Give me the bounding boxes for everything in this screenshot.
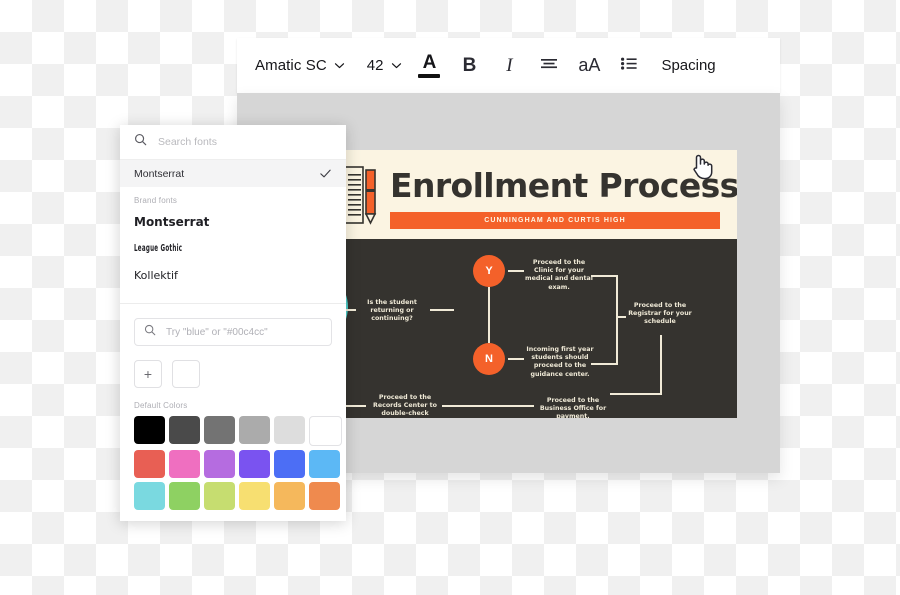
spacing-button[interactable]: Spacing (649, 38, 715, 93)
design-artboard[interactable]: Enrollment Process CUNNINGHAM AND CURTIS… (280, 150, 737, 418)
bold-icon: B (462, 54, 477, 76)
text-color-button[interactable]: A (409, 38, 449, 93)
flow-connector (508, 270, 524, 272)
font-item-kollektif[interactable]: Kollektif (120, 262, 346, 289)
font-search-row[interactable] (120, 125, 346, 160)
color-actions: + (120, 346, 346, 388)
design-subtitle-banner: CUNNINGHAM AND CURTIS HIGH (390, 212, 720, 229)
text-color-icon: A (418, 51, 441, 78)
color-swatch[interactable] (274, 482, 305, 510)
design-title: Enrollment Process (390, 166, 737, 205)
flow-yes-node: Y (473, 255, 505, 287)
plus-icon: + (143, 366, 153, 382)
flow-no-branch-text: Incoming first year students should proc… (526, 346, 594, 378)
color-search-input[interactable] (164, 325, 318, 339)
font-item-league-gothic[interactable]: League Gothic (120, 235, 346, 262)
font-item-label: Montserrat (134, 214, 210, 229)
design-header: Enrollment Process CUNNINGHAM AND CURTIS… (280, 150, 737, 239)
align-center-icon (539, 56, 559, 76)
bulleted-list-icon (620, 56, 638, 76)
flow-connector (488, 287, 490, 343)
design-subtitle: CUNNINGHAM AND CURTIS HIGH (484, 217, 626, 224)
bold-button[interactable]: B (449, 38, 489, 93)
color-search-wrap (120, 304, 346, 346)
color-swatch[interactable] (309, 416, 342, 446)
font-search-input[interactable] (156, 135, 310, 149)
font-and-color-panel: Montserrat Brand fonts Montserrat League… (120, 125, 346, 521)
flow-connector (616, 316, 626, 318)
italic-icon: I (506, 54, 513, 76)
color-swatch[interactable] (239, 482, 270, 510)
text-color-swatch-bar (418, 73, 441, 78)
brand-fonts-header: Brand fonts (134, 196, 178, 205)
add-color-button[interactable]: + (134, 360, 162, 388)
default-colors-label: Default Colors (134, 401, 188, 410)
letter-case-button[interactable]: aA (569, 38, 609, 93)
color-swatch[interactable] (309, 450, 340, 478)
flow-yes-label: Y (485, 265, 493, 277)
flow-connector (508, 358, 524, 360)
font-item-label: League Gothic (134, 243, 183, 254)
flowchart: START Proceed to the Records Center to d… (280, 239, 737, 418)
italic-button[interactable]: I (489, 38, 529, 93)
spacing-label: Spacing (661, 57, 716, 74)
flow-question: Is the student returning or continuing? (367, 299, 417, 323)
font-item-label: Kollektif (134, 269, 178, 282)
color-swatch[interactable] (134, 482, 165, 510)
current-color-swatch[interactable] (172, 360, 200, 388)
font-item-montserrat[interactable]: Montserrat (120, 208, 346, 235)
color-search-row[interactable] (134, 318, 332, 346)
color-swatch[interactable] (239, 450, 270, 478)
color-swatch[interactable] (309, 482, 340, 510)
selected-font-label: Montserrat (134, 167, 185, 180)
flow-connector (591, 275, 617, 277)
text-toolbar: Amatic SC 42 A B I aA Spacing (237, 38, 780, 93)
flow-records-text: Proceed to the Records Center to double-… (372, 394, 438, 418)
bulleted-list-button[interactable] (609, 38, 649, 93)
search-icon (134, 133, 147, 151)
color-swatch[interactable] (134, 450, 165, 478)
flow-yes-branch-text: Proceed to the Clinic for your medical a… (525, 259, 593, 291)
default-color-grid (120, 416, 346, 510)
letter-case-icon: aA (578, 55, 601, 75)
flow-connector (430, 309, 454, 311)
font-size-chevron-down-icon[interactable] (383, 38, 409, 93)
flow-connector (616, 275, 618, 365)
flow-business-office-text: Proceed to the Business Office for payme… (539, 397, 607, 418)
search-icon (144, 323, 156, 341)
color-swatch[interactable] (169, 416, 200, 444)
flow-connector (442, 405, 534, 407)
flow-registrar-text: Proceed to the Registrar for your schedu… (628, 302, 692, 326)
flow-connector (610, 393, 662, 395)
flow-no-label: N (485, 353, 493, 365)
notebook-pencil-icon (340, 164, 382, 226)
flow-no-node: N (473, 343, 505, 375)
color-swatch[interactable] (204, 416, 235, 444)
check-icon (319, 167, 332, 180)
color-swatch[interactable] (274, 450, 305, 478)
color-swatch[interactable] (204, 482, 235, 510)
font-size-label: 42 (366, 57, 384, 74)
selected-font-item[interactable]: Montserrat (120, 160, 346, 187)
text-color-glyph: A (422, 51, 437, 73)
color-swatch[interactable] (204, 450, 235, 478)
color-swatch[interactable] (274, 416, 305, 444)
flow-connector (660, 335, 662, 393)
color-swatch[interactable] (169, 450, 200, 478)
pointing-hand-cursor (688, 150, 714, 180)
color-swatch[interactable] (239, 416, 270, 444)
color-swatch[interactable] (169, 482, 200, 510)
font-family-selector[interactable]: Amatic SC (237, 38, 327, 93)
font-family-label: Amatic SC (255, 57, 327, 74)
font-family-chevron-down-icon[interactable] (327, 38, 353, 93)
font-size-selector[interactable]: 42 (353, 38, 384, 93)
color-swatch[interactable] (134, 416, 165, 444)
align-button[interactable] (529, 38, 569, 93)
flow-connector (591, 363, 617, 365)
